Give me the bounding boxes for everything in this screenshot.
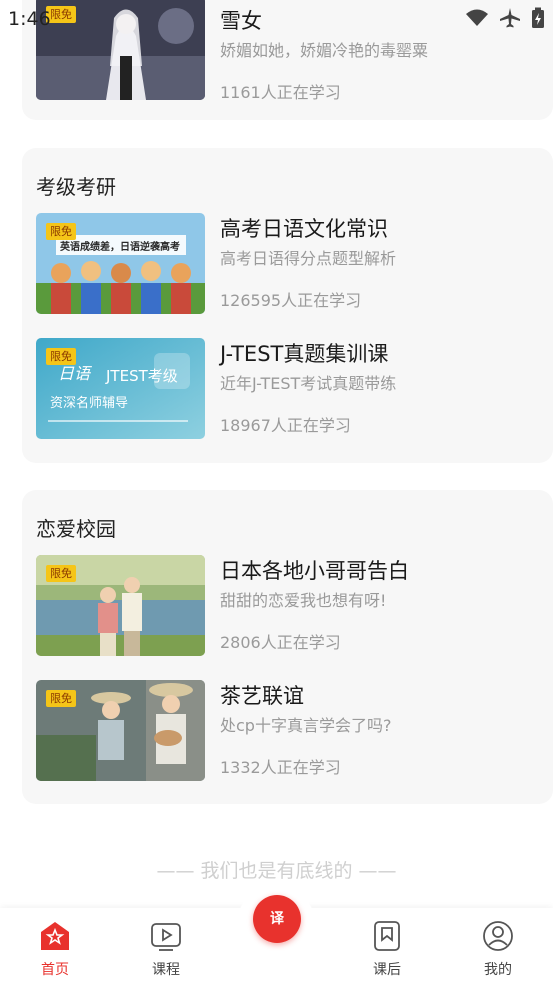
course-subtitle: 甜甜的恋爱我也想有呀! (220, 591, 387, 610)
airplane-icon (500, 8, 520, 28)
bottom-tab-bar: 首页 课程 译 课后 我的 (0, 886, 553, 984)
learner-count: 18967人正在学习 (220, 416, 351, 435)
course-item-tea[interactable]: 限免 茶艺联谊 处cp十字真言学会了吗? 1332人正在学习 (36, 680, 546, 782)
course-item-confession[interactable]: 限免 日本各地小哥哥告白 甜甜的恋爱我也想有呀! 2806人正在学习 (36, 555, 546, 657)
section-card-romance: 恋爱校园 限免 日本各地小哥哥告白 甜甜的恋爱我也想有呀! 2806人正在学习 (22, 490, 553, 804)
user-profile-icon (483, 921, 513, 951)
learner-count: 1332人正在学习 (220, 758, 341, 777)
course-thumbnail: 限免 日语 JTEST考级 资深名师辅导 (36, 338, 205, 439)
course-thumbnail: 限免 英语成绩差，日语逆袭高考 (36, 213, 205, 314)
play-video-icon (151, 923, 181, 951)
thumbnail-caption: 资深名师辅导 (50, 396, 129, 411)
bookmark-icon (374, 921, 400, 951)
wifi-icon (466, 9, 488, 26)
tab-label: 我的 (484, 962, 512, 978)
course-item-jtest[interactable]: 限免 日语 JTEST考级 资深名师辅导 J-TEST真题集训课 近年J-TES… (36, 338, 546, 440)
status-bar: 1:46 (0, 0, 553, 36)
thumbnail-caption: 英语成绩差，日语逆袭高考 (60, 242, 180, 253)
tab-home[interactable]: 首页 (15, 908, 95, 984)
tab-label: 课程 (152, 962, 180, 978)
translate-button[interactable]: 译 (253, 895, 301, 943)
course-title: 日本各地小哥哥告白 (220, 559, 409, 583)
course-thumbnail: 限免 (36, 555, 205, 656)
status-time: 1:46 (8, 8, 51, 30)
course-thumbnail: 限免 (36, 680, 205, 781)
course-title: 高考日语文化常识 (220, 217, 388, 241)
course-subtitle: 高考日语得分点题型解析 (220, 249, 397, 268)
tab-label: 课后 (373, 962, 401, 978)
end-of-list-note: —— 我们也是有底线的 —— (156, 860, 397, 882)
learner-count: 2806人正在学习 (220, 633, 341, 652)
thumbnail-caption: 日语 (58, 364, 91, 383)
section-title: 恋爱校园 (36, 517, 116, 541)
tab-mine[interactable]: 我的 (458, 908, 538, 984)
section-card-exam: 考级考研 限免 英语成绩差，日语逆袭高考 高考日语文化常识 高考日语得分点题型解… (22, 148, 553, 463)
learner-count: 1161人正在学习 (220, 83, 341, 102)
learner-count: 126595人正在学习 (220, 291, 362, 310)
free-badge: 限免 (46, 565, 76, 582)
course-title: 茶艺联谊 (220, 684, 304, 708)
status-icons (465, 7, 545, 29)
free-badge: 限免 (46, 690, 76, 707)
tab-label: 首页 (41, 962, 69, 978)
translate-label: 译 (270, 911, 284, 927)
battery-icon (532, 7, 544, 28)
course-subtitle: 娇媚如她，娇媚冷艳的毒罂粟 (220, 41, 429, 60)
thumbnail-caption: JTEST考级 (106, 367, 178, 385)
tab-after-class[interactable]: 课后 (347, 908, 427, 984)
course-subtitle: 处cp十字真言学会了吗? (220, 716, 392, 735)
section-title: 考级考研 (36, 175, 116, 199)
course-title: J-TEST真题集训课 (220, 342, 389, 366)
tab-course[interactable]: 课程 (126, 908, 206, 984)
course-item-gaokao[interactable]: 限免 英语成绩差，日语逆袭高考 高考日语文化常识 高考日语得分点题型解析 126… (36, 213, 546, 315)
course-subtitle: 近年J-TEST考试真题带练 (220, 374, 397, 393)
home-icon (41, 922, 69, 950)
